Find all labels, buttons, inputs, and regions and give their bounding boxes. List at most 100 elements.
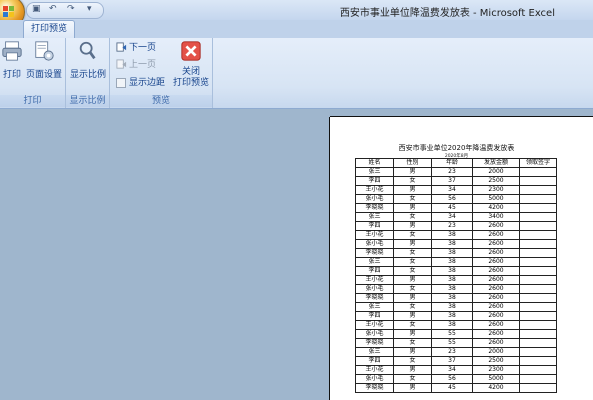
close-preview-icon bbox=[181, 41, 201, 61]
gender-cell: 男 bbox=[393, 383, 432, 393]
amount-cell: 5000 bbox=[472, 194, 520, 204]
close-preview-label: 关闭 打印预览 bbox=[172, 67, 209, 88]
group-zoom: 显示比例 显示比例 bbox=[66, 38, 110, 108]
gender-cell: 女 bbox=[393, 284, 432, 294]
show-margins-checkbox[interactable]: 显示边距 bbox=[116, 76, 165, 90]
group-label-print: 打印 bbox=[0, 95, 65, 107]
page-setup-button[interactable]: 页面设置 bbox=[24, 40, 64, 80]
signature-cell bbox=[519, 176, 557, 186]
amount-cell: 2600 bbox=[472, 302, 520, 312]
table-row: 张三男 23 2000 bbox=[355, 167, 557, 177]
table-row: 张小毛男 55 2600 bbox=[355, 329, 557, 339]
group-preview: 下一页 上一页 显示边距 关闭 打印预览 预览 bbox=[110, 38, 213, 108]
tab-print-preview[interactable]: 打印预览 bbox=[23, 20, 75, 38]
prev-page-button[interactable]: 上一页 bbox=[116, 58, 156, 72]
signature-cell bbox=[519, 356, 557, 366]
table-body: 张三男 23 2000 李四女 37 2500 王小花男 34 2300 张小毛女 56 5000 李晓… bbox=[355, 167, 557, 393]
table-row: 张小毛女 38 2600 bbox=[355, 284, 557, 294]
signature-cell bbox=[519, 167, 557, 177]
amount-cell: 2600 bbox=[472, 266, 520, 276]
table-row: 王小花男 34 2300 bbox=[355, 185, 557, 195]
amount-cell: 2600 bbox=[472, 257, 520, 267]
gender-cell: 男 bbox=[393, 167, 432, 177]
header-signature: 领取签字 bbox=[519, 158, 557, 168]
amount-cell: 2300 bbox=[472, 185, 520, 195]
header-age: 年龄 bbox=[431, 158, 473, 168]
amount-cell: 3400 bbox=[472, 212, 520, 222]
group-label-zoom: 显示比例 bbox=[66, 95, 109, 107]
age-cell: 38 bbox=[431, 320, 473, 330]
signature-cell bbox=[519, 266, 557, 276]
table-row: 李四男 38 2600 bbox=[355, 311, 557, 321]
name-cell: 李四 bbox=[355, 311, 394, 321]
age-cell: 56 bbox=[431, 194, 473, 204]
gender-cell: 女 bbox=[393, 302, 432, 312]
table-row: 王小花男 34 2300 bbox=[355, 365, 557, 375]
prev-page-label: 上一页 bbox=[129, 60, 157, 70]
close-preview-button[interactable]: 关闭 打印预览 bbox=[170, 40, 212, 89]
signature-cell bbox=[519, 221, 557, 231]
amount-cell: 2600 bbox=[472, 329, 520, 339]
name-cell: 张三 bbox=[355, 347, 394, 357]
gender-cell: 女 bbox=[393, 230, 432, 240]
redo-icon[interactable]: ↷ bbox=[67, 4, 75, 14]
page-setup-label: 页面设置 bbox=[25, 70, 62, 80]
name-cell: 张小毛 bbox=[355, 194, 394, 204]
gender-cell: 女 bbox=[393, 176, 432, 186]
amount-cell: 2600 bbox=[472, 221, 520, 231]
name-cell: 王小花 bbox=[355, 365, 394, 375]
name-cell: 张小毛 bbox=[355, 329, 394, 339]
show-margins-label: 显示边距 bbox=[129, 78, 166, 88]
gender-cell: 男 bbox=[393, 185, 432, 195]
signature-cell bbox=[519, 311, 557, 321]
signature-cell bbox=[519, 374, 557, 384]
amount-cell: 2300 bbox=[472, 365, 520, 375]
name-cell: 王小花 bbox=[355, 275, 394, 285]
next-page-button[interactable]: 下一页 bbox=[116, 41, 156, 55]
undo-icon[interactable]: ↶ bbox=[49, 4, 57, 14]
zoom-button[interactable]: 显示比例 bbox=[68, 40, 108, 80]
gender-cell: 男 bbox=[393, 365, 432, 375]
gender-cell: 男 bbox=[393, 293, 432, 303]
table-row: 张三男 23 2000 bbox=[355, 347, 557, 357]
name-cell: 李晓晓 bbox=[355, 248, 394, 258]
age-cell: 38 bbox=[431, 239, 473, 249]
printer-icon bbox=[2, 41, 22, 61]
signature-cell bbox=[519, 284, 557, 294]
table-header-row: 姓名 性别 年龄 发放金额 领取签字 bbox=[355, 158, 557, 168]
signature-cell bbox=[519, 320, 557, 330]
group-label-preview: 预览 bbox=[110, 95, 212, 107]
print-button[interactable]: 打印 bbox=[1, 40, 23, 80]
header-amount: 发放金额 bbox=[472, 158, 520, 168]
name-cell: 李晓晓 bbox=[355, 338, 394, 348]
next-page-icon bbox=[116, 42, 127, 52]
age-cell: 55 bbox=[431, 338, 473, 348]
age-cell: 38 bbox=[431, 311, 473, 321]
signature-cell bbox=[519, 203, 557, 213]
save-icon[interactable]: ▣ bbox=[32, 4, 41, 14]
gender-cell: 男 bbox=[393, 347, 432, 357]
table-row: 李晓晓男 45 4200 bbox=[355, 203, 557, 213]
checkbox-box bbox=[116, 77, 126, 88]
customize-icon[interactable]: ▾ bbox=[87, 4, 92, 14]
ribbon-tab-row: 打印预览 bbox=[0, 20, 593, 38]
age-cell: 38 bbox=[431, 266, 473, 276]
table-row: 张三女 34 3400 bbox=[355, 212, 557, 222]
age-cell: 37 bbox=[431, 356, 473, 366]
table-row: 李晓晓女 55 2600 bbox=[355, 338, 557, 348]
window-title: 西安市事业单位降温费发放表 - Microsoft Excel bbox=[339, 8, 555, 19]
gender-cell: 女 bbox=[393, 320, 432, 330]
table-row: 李晓晓男 38 2600 bbox=[355, 293, 557, 303]
table-row: 李四女 37 2500 bbox=[355, 176, 557, 186]
signature-cell bbox=[519, 185, 557, 195]
signature-cell bbox=[519, 275, 557, 285]
age-cell: 55 bbox=[431, 329, 473, 339]
age-cell: 38 bbox=[431, 275, 473, 285]
amount-cell: 2000 bbox=[472, 167, 520, 177]
name-cell: 李晓晓 bbox=[355, 293, 394, 303]
amount-cell: 2500 bbox=[472, 356, 520, 366]
amount-cell: 2000 bbox=[472, 347, 520, 357]
gender-cell: 女 bbox=[393, 338, 432, 348]
signature-cell bbox=[519, 212, 557, 222]
print-preview-page[interactable]: 西安市事业单位2020年降温费发放表 2020年8月 姓名 性别 年龄 发放金额… bbox=[330, 117, 593, 400]
